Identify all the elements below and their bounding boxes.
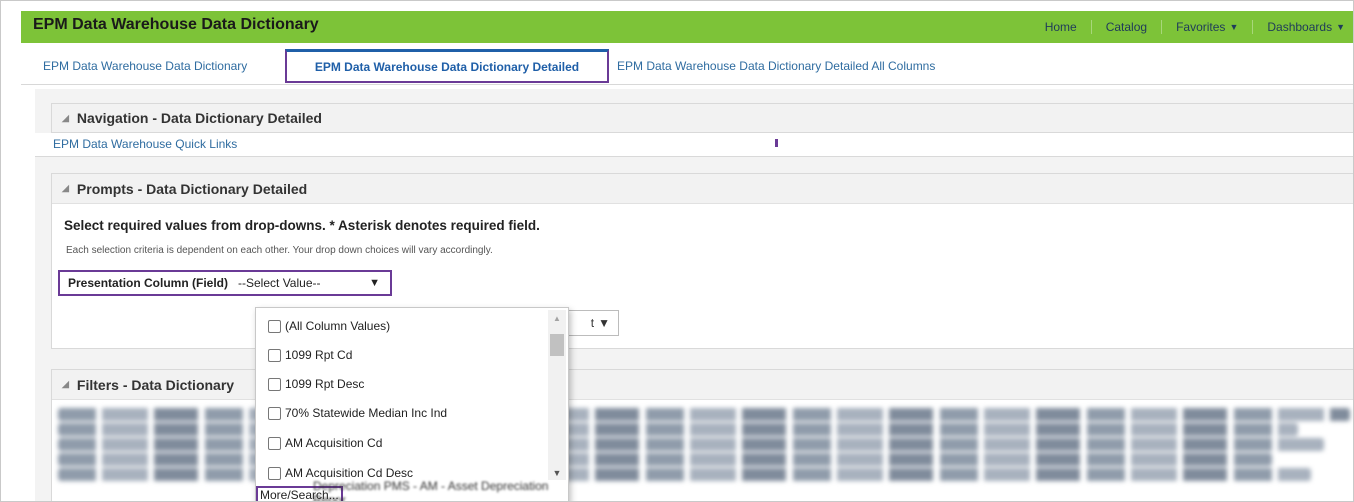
caret-down-icon: ▼	[1229, 22, 1239, 32]
blurred-line	[58, 423, 1299, 436]
presentation-column-select[interactable]: --Select Value--	[234, 276, 369, 290]
collapse-triangle-icon[interactable]: ◢	[62, 113, 69, 124]
divider	[1252, 20, 1254, 34]
presentation-column-dropdown-list[interactable]: (All Column Values) 1099 Rpt Cd 1099 Rpt…	[255, 307, 569, 501]
favorites-menu[interactable]: Favorites ▼	[1166, 20, 1248, 34]
home-link[interactable]: Home	[1035, 20, 1087, 34]
divider	[1161, 20, 1163, 34]
favorites-label: Favorites	[1176, 20, 1226, 34]
background-filter-text: Depreciation PMS - AM - Asset Depreciati…	[313, 479, 549, 502]
scroll-up-icon[interactable]: ▲	[548, 314, 566, 323]
navigation-section: ◢ Navigation - Data Dictionary Detailed …	[35, 103, 1353, 159]
tab-data-dictionary[interactable]: EPM Data Warehouse Data Dictionary	[43, 59, 247, 73]
checkbox[interactable]	[268, 406, 281, 420]
navigation-section-header[interactable]: ◢ Navigation - Data Dictionary Detailed	[51, 103, 1353, 133]
list-item[interactable]: (All Column Values)	[268, 316, 390, 336]
top-navigation: Home Catalog Favorites ▼ Dashboards ▼	[1035, 11, 1353, 43]
dashboard-tabs: EPM Data Warehouse Data Dictionary EPM D…	[21, 45, 1353, 85]
list-item-label: AM Acquisition Cd Desc	[285, 466, 414, 480]
blurred-line	[58, 438, 1325, 451]
presentation-column-label: Presentation Column (Field)	[68, 276, 229, 290]
list-item[interactable]: 1099 Rpt Cd	[268, 345, 352, 365]
prompts-section-header[interactable]: ◢ Prompts - Data Dictionary Detailed	[52, 174, 1353, 204]
collapse-triangle-icon[interactable]: ◢	[62, 379, 69, 390]
app-window: EPM Data Warehouse Data Dictionary Home …	[0, 0, 1354, 502]
list-item-label: 1099 Rpt Cd	[285, 348, 353, 362]
scrollbar-thumb[interactable]	[550, 334, 564, 356]
prompt-note: Each selection criteria is dependent on …	[66, 245, 493, 256]
dropdown-scrollbar[interactable]: ▲ ▼	[548, 310, 566, 480]
checkbox[interactable]	[268, 377, 281, 391]
blurred-line	[58, 453, 1273, 466]
quick-links-link[interactable]: EPM Data Warehouse Quick Links	[53, 137, 237, 151]
dashboard-content: ◢ Navigation - Data Dictionary Detailed …	[35, 89, 1353, 501]
list-item-label: 70% Statewide Median Inc Ind	[285, 406, 448, 420]
list-item[interactable]: AM Acquisition Cd	[268, 433, 382, 453]
checkbox[interactable]	[268, 348, 281, 362]
dashboards-menu[interactable]: Dashboards ▼	[1257, 20, 1353, 34]
list-item-label: 1099 Rpt Desc	[285, 377, 365, 391]
tab-data-dictionary-detailed[interactable]: EPM Data Warehouse Data Dictionary Detai…	[285, 49, 609, 83]
checkbox[interactable]	[268, 466, 281, 480]
list-item-label: AM Acquisition Cd	[285, 436, 383, 450]
list-item[interactable]: 1099 Rpt Desc	[268, 374, 364, 394]
collapse-triangle-icon[interactable]: ◢	[62, 183, 69, 194]
blurred-line	[58, 468, 1312, 481]
scroll-down-icon[interactable]: ▼	[548, 468, 566, 478]
chevron-down-icon: ▼	[598, 316, 610, 330]
chevron-down-icon[interactable]: ▼	[369, 277, 390, 289]
tab-data-dictionary-detailed-all-columns[interactable]: EPM Data Warehouse Data Dictionary Detai…	[617, 59, 935, 73]
filters-section-header[interactable]: ◢ Filters - Data Dictionary	[52, 370, 1353, 400]
marker	[775, 139, 778, 147]
caret-down-icon: ▼	[1336, 22, 1345, 32]
app-title: EPM Data Warehouse Data Dictionary	[33, 16, 319, 33]
filter-values-blurred	[58, 406, 1350, 484]
divider	[1090, 20, 1092, 34]
navigation-body: EPM Data Warehouse Quick Links	[35, 133, 1353, 157]
dashboards-label: Dashboards	[1267, 20, 1333, 34]
presentation-column-prompt[interactable]: Presentation Column (Field) --Select Val…	[58, 270, 392, 296]
second-prompt-text: t	[590, 316, 595, 330]
top-bar: EPM Data Warehouse Data Dictionary Home …	[21, 11, 1353, 43]
checkbox[interactable]	[268, 319, 281, 333]
navigation-section-title: Navigation - Data Dictionary Detailed	[76, 110, 322, 126]
prompts-section: ◢ Prompts - Data Dictionary Detailed Sel…	[51, 173, 1353, 349]
checkbox[interactable]	[268, 436, 281, 450]
prompt-instructions: Select required values from drop-downs. …	[64, 218, 540, 233]
catalog-link[interactable]: Catalog	[1096, 20, 1157, 34]
prompts-section-title: Prompts - Data Dictionary Detailed	[76, 180, 308, 197]
blurred-line	[58, 408, 1350, 421]
list-item-label: (All Column Values)	[285, 319, 391, 333]
list-item[interactable]: 70% Statewide Median Inc Ind	[268, 403, 447, 423]
filters-section: ◢ Filters - Data Dictionary	[51, 369, 1353, 501]
filters-section-title: Filters - Data Dictionary	[76, 376, 235, 393]
